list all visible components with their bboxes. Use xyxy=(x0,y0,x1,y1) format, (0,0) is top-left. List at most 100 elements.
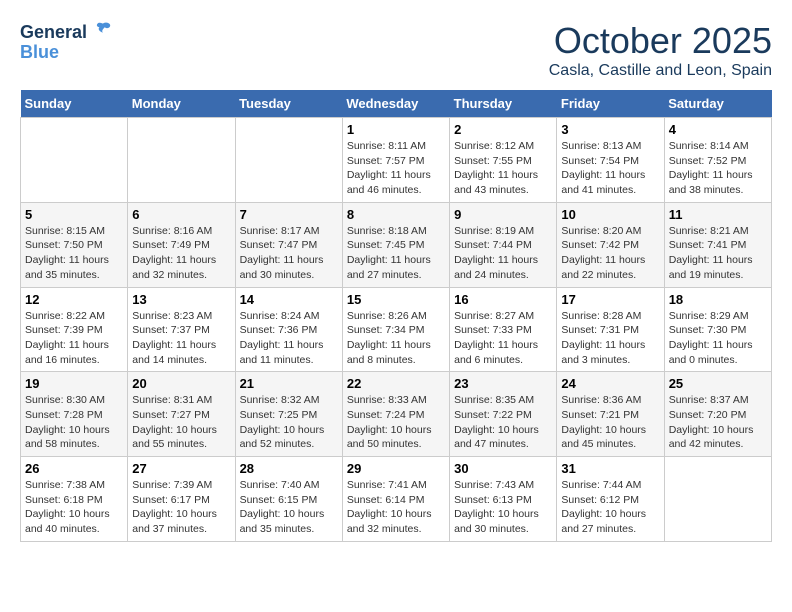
day-number: 9 xyxy=(454,207,552,222)
day-info: Sunrise: 7:40 AM Sunset: 6:15 PM Dayligh… xyxy=(240,478,338,537)
page-header: General Blue October 2025 Casla, Castill… xyxy=(20,20,772,80)
day-number: 31 xyxy=(561,461,659,476)
day-info: Sunrise: 8:13 AM Sunset: 7:54 PM Dayligh… xyxy=(561,139,659,198)
day-number: 17 xyxy=(561,292,659,307)
day-number: 3 xyxy=(561,122,659,137)
day-info: Sunrise: 8:26 AM Sunset: 7:34 PM Dayligh… xyxy=(347,309,445,368)
calendar-cell: 8 Sunrise: 8:18 AM Sunset: 7:45 PM Daylig… xyxy=(342,202,449,287)
day-number: 21 xyxy=(240,376,338,391)
month-title: October 2025 xyxy=(549,20,772,62)
calendar-cell: 30 Sunrise: 7:43 AM Sunset: 6:13 PM Dayli… xyxy=(450,457,557,542)
calendar-cell: 21 Sunrise: 8:32 AM Sunset: 7:25 PM Dayli… xyxy=(235,372,342,457)
calendar-week-2: 5 Sunrise: 8:15 AM Sunset: 7:50 PM Daylig… xyxy=(21,202,772,287)
day-number: 24 xyxy=(561,376,659,391)
calendar-cell: 5 Sunrise: 8:15 AM Sunset: 7:50 PM Daylig… xyxy=(21,202,128,287)
calendar-cell: 27 Sunrise: 7:39 AM Sunset: 6:17 PM Dayli… xyxy=(128,457,235,542)
column-header-monday: Monday xyxy=(128,90,235,118)
day-number: 8 xyxy=(347,207,445,222)
day-info: Sunrise: 8:23 AM Sunset: 7:37 PM Dayligh… xyxy=(132,309,230,368)
calendar-cell: 2 Sunrise: 8:12 AM Sunset: 7:55 PM Daylig… xyxy=(450,118,557,203)
day-info: Sunrise: 7:38 AM Sunset: 6:18 PM Dayligh… xyxy=(25,478,123,537)
calendar-cell: 17 Sunrise: 8:28 AM Sunset: 7:31 PM Dayli… xyxy=(557,287,664,372)
day-number: 19 xyxy=(25,376,123,391)
day-info: Sunrise: 8:31 AM Sunset: 7:27 PM Dayligh… xyxy=(132,393,230,452)
day-info: Sunrise: 8:33 AM Sunset: 7:24 PM Dayligh… xyxy=(347,393,445,452)
logo-text-line1: General xyxy=(20,20,112,43)
day-number: 10 xyxy=(561,207,659,222)
day-number: 15 xyxy=(347,292,445,307)
day-info: Sunrise: 8:15 AM Sunset: 7:50 PM Dayligh… xyxy=(25,224,123,283)
day-info: Sunrise: 7:41 AM Sunset: 6:14 PM Dayligh… xyxy=(347,478,445,537)
calendar-cell: 12Sunrise: 8:22 AM Sunset: 7:39 PM Dayli… xyxy=(21,287,128,372)
day-number: 5 xyxy=(25,207,123,222)
column-header-friday: Friday xyxy=(557,90,664,118)
column-header-saturday: Saturday xyxy=(664,90,771,118)
day-number: 29 xyxy=(347,461,445,476)
day-info: Sunrise: 8:14 AM Sunset: 7:52 PM Dayligh… xyxy=(669,139,767,198)
calendar-cell xyxy=(664,457,771,542)
calendar-cell: 7 Sunrise: 8:17 AM Sunset: 7:47 PM Daylig… xyxy=(235,202,342,287)
calendar-header-row: SundayMondayTuesdayWednesdayThursdayFrid… xyxy=(21,90,772,118)
day-info: Sunrise: 8:12 AM Sunset: 7:55 PM Dayligh… xyxy=(454,139,552,198)
day-info: Sunrise: 8:30 AM Sunset: 7:28 PM Dayligh… xyxy=(25,393,123,452)
calendar-cell: 25 Sunrise: 8:37 AM Sunset: 7:20 PM Dayli… xyxy=(664,372,771,457)
day-number: 27 xyxy=(132,461,230,476)
logo: General Blue xyxy=(20,20,112,63)
day-number: 30 xyxy=(454,461,552,476)
day-info: Sunrise: 8:24 AM Sunset: 7:36 PM Dayligh… xyxy=(240,309,338,368)
day-info: Sunrise: 8:37 AM Sunset: 7:20 PM Dayligh… xyxy=(669,393,767,452)
calendar-cell: 1 Sunrise: 8:11 AM Sunset: 7:57 PM Daylig… xyxy=(342,118,449,203)
day-number: 7 xyxy=(240,207,338,222)
day-number: 11 xyxy=(669,207,767,222)
day-info: Sunrise: 8:35 AM Sunset: 7:22 PM Dayligh… xyxy=(454,393,552,452)
day-number: 14 xyxy=(240,292,338,307)
day-info: Sunrise: 8:28 AM Sunset: 7:31 PM Dayligh… xyxy=(561,309,659,368)
day-info: Sunrise: 8:32 AM Sunset: 7:25 PM Dayligh… xyxy=(240,393,338,452)
calendar-cell: 28Sunrise: 7:40 AM Sunset: 6:15 PM Dayli… xyxy=(235,457,342,542)
calendar-table: SundayMondayTuesdayWednesdayThursdayFrid… xyxy=(20,90,772,542)
day-info: Sunrise: 8:11 AM Sunset: 7:57 PM Dayligh… xyxy=(347,139,445,198)
column-header-thursday: Thursday xyxy=(450,90,557,118)
calendar-week-1: 1 Sunrise: 8:11 AM Sunset: 7:57 PM Daylig… xyxy=(21,118,772,203)
calendar-cell: 14 Sunrise: 8:24 AM Sunset: 7:36 PM Dayli… xyxy=(235,287,342,372)
day-info: Sunrise: 7:43 AM Sunset: 6:13 PM Dayligh… xyxy=(454,478,552,537)
day-info: Sunrise: 8:36 AM Sunset: 7:21 PM Dayligh… xyxy=(561,393,659,452)
calendar-cell: 3 Sunrise: 8:13 AM Sunset: 7:54 PM Daylig… xyxy=(557,118,664,203)
calendar-cell: 16Sunrise: 8:27 AM Sunset: 7:33 PM Dayli… xyxy=(450,287,557,372)
calendar-cell: 9 Sunrise: 8:19 AM Sunset: 7:44 PM Daylig… xyxy=(450,202,557,287)
calendar-cell xyxy=(128,118,235,203)
calendar-cell: 22Sunrise: 8:33 AM Sunset: 7:24 PM Dayli… xyxy=(342,372,449,457)
calendar-cell: 23Sunrise: 8:35 AM Sunset: 7:22 PM Dayli… xyxy=(450,372,557,457)
day-number: 2 xyxy=(454,122,552,137)
day-number: 6 xyxy=(132,207,230,222)
column-header-sunday: Sunday xyxy=(21,90,128,118)
calendar-cell: 19 Sunrise: 8:30 AM Sunset: 7:28 PM Dayli… xyxy=(21,372,128,457)
calendar-cell: 10 Sunrise: 8:20 AM Sunset: 7:42 PM Dayli… xyxy=(557,202,664,287)
day-info: Sunrise: 7:44 AM Sunset: 6:12 PM Dayligh… xyxy=(561,478,659,537)
logo-text-line2: Blue xyxy=(20,43,112,63)
day-info: Sunrise: 8:17 AM Sunset: 7:47 PM Dayligh… xyxy=(240,224,338,283)
day-number: 25 xyxy=(669,376,767,391)
calendar-cell xyxy=(235,118,342,203)
calendar-week-3: 12Sunrise: 8:22 AM Sunset: 7:39 PM Dayli… xyxy=(21,287,772,372)
calendar-cell: 31 Sunrise: 7:44 AM Sunset: 6:12 PM Dayli… xyxy=(557,457,664,542)
day-number: 4 xyxy=(669,122,767,137)
calendar-cell: 6Sunrise: 8:16 AM Sunset: 7:49 PM Daylig… xyxy=(128,202,235,287)
title-block: October 2025 Casla, Castille and Leon, S… xyxy=(549,20,772,80)
day-number: 26 xyxy=(25,461,123,476)
day-info: Sunrise: 8:19 AM Sunset: 7:44 PM Dayligh… xyxy=(454,224,552,283)
calendar-cell: 13Sunrise: 8:23 AM Sunset: 7:37 PM Dayli… xyxy=(128,287,235,372)
day-info: Sunrise: 7:39 AM Sunset: 6:17 PM Dayligh… xyxy=(132,478,230,537)
calendar-cell: 4 Sunrise: 8:14 AM Sunset: 7:52 PM Daylig… xyxy=(664,118,771,203)
day-number: 1 xyxy=(347,122,445,137)
day-info: Sunrise: 8:18 AM Sunset: 7:45 PM Dayligh… xyxy=(347,224,445,283)
calendar-cell: 20 Sunrise: 8:31 AM Sunset: 7:27 PM Dayli… xyxy=(128,372,235,457)
day-number: 18 xyxy=(669,292,767,307)
day-number: 16 xyxy=(454,292,552,307)
calendar-week-5: 26 Sunrise: 7:38 AM Sunset: 6:18 PM Dayli… xyxy=(21,457,772,542)
day-info: Sunrise: 8:29 AM Sunset: 7:30 PM Dayligh… xyxy=(669,309,767,368)
day-info: Sunrise: 8:20 AM Sunset: 7:42 PM Dayligh… xyxy=(561,224,659,283)
day-info: Sunrise: 8:22 AM Sunset: 7:39 PM Dayligh… xyxy=(25,309,123,368)
day-number: 20 xyxy=(132,376,230,391)
calendar-cell: 26 Sunrise: 7:38 AM Sunset: 6:18 PM Dayli… xyxy=(21,457,128,542)
